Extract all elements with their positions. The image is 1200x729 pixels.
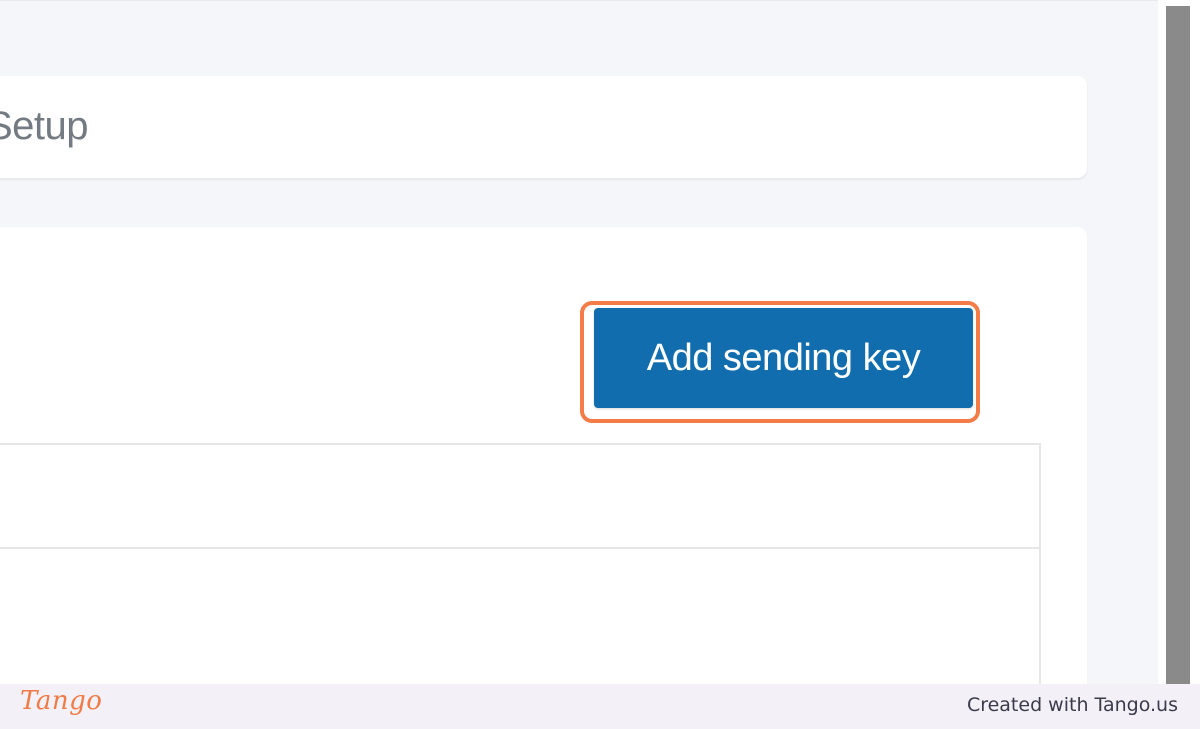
page-header-card — [0, 76, 1087, 178]
scrollbar-thumb[interactable] — [1166, 6, 1190, 684]
sending-keys-table — [0, 443, 1041, 703]
tango-logo[interactable]: Tango — [20, 686, 102, 716]
footer-credit-link[interactable]: Created with Tango.us — [967, 694, 1178, 716]
page-title: Setup — [0, 104, 89, 148]
tango-screenshot-frame: Setup Add sending key Tango Created with… — [0, 0, 1200, 729]
table-row-divider — [0, 547, 1039, 549]
add-sending-key-button[interactable]: Add sending key — [594, 308, 973, 408]
